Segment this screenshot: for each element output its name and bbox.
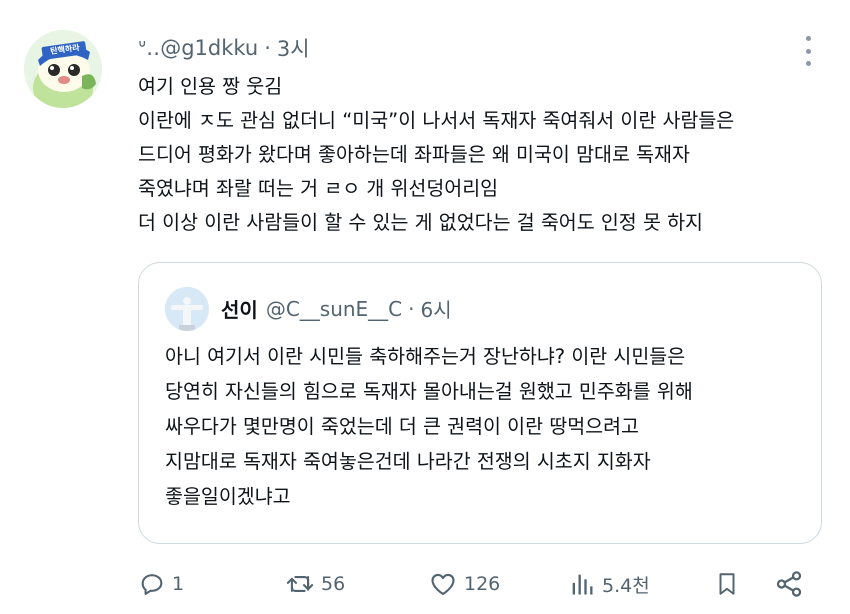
quoted-tweet-card[interactable]: 선이 @C__sunE__C · 6시 아니 여기서 이란 시민들 축하해주는거… [138, 262, 822, 544]
like-button[interactable]: 126 [428, 566, 500, 602]
quoted-text-line: 좋을일이겠냐고 [165, 485, 291, 508]
tweet-text-line: 이란에 ㅈ도 관심 없더니 “미국”이 나서서 독재자 죽여줘서 이란 사람들은 [138, 109, 735, 132]
tweet-text-line: 여기 인용 짱 웃김 [138, 75, 283, 98]
quoted-tweet-timestamp[interactable]: 6시 [421, 294, 452, 323]
quoted-author-name[interactable]: 선이 [221, 294, 258, 323]
quoted-tweet-header: 선이 @C__sunE__C · 6시 [221, 294, 452, 323]
tweet-text-line: 드디어 평화가 왔다며 좋아하는데 좌파들은 왜 미국이 맘대로 독재자 [138, 143, 690, 166]
tweet-text: 여기 인용 짱 웃김 이란에 ㅈ도 관심 없더니 “미국”이 나서서 독재자 죽… [138, 70, 828, 240]
view-count: 5.4천 [602, 574, 650, 597]
like-count: 126 [464, 573, 501, 595]
share-button[interactable] [774, 566, 804, 602]
retweet-icon [286, 576, 314, 592]
quoted-header-separator: · [408, 296, 415, 321]
quoted-text-line: 당연히 자신들의 힘으로 독재자 몰아내는걸 원했고 민주화를 위해 [165, 380, 693, 403]
tweet-timestamp[interactable]: 3시 [277, 33, 310, 63]
quoted-author-handle[interactable]: @C__sunE__C [266, 297, 402, 321]
heart-icon [431, 573, 455, 595]
views-button[interactable]: 5.4천 [568, 566, 650, 602]
tweet-text-line: 더 이상 이란 사람들이 할 수 있는 게 없었다는 걸 죽어도 인정 못 하지 [138, 211, 703, 234]
avatar-character-icon [24, 30, 102, 108]
retweet-button[interactable]: 56 [285, 566, 345, 602]
bookmark-button[interactable] [714, 566, 740, 602]
reply-button[interactable]: 1 [138, 566, 184, 602]
retweet-count: 56 [321, 573, 346, 595]
quoted-text-line: 아니 여기서 이란 시민들 축하해주는거 장난하냐? 이란 시민들은 [165, 345, 686, 368]
tweet-header: ᐡ‥@g1dkku · 3시 [138, 34, 310, 62]
statue-avatar-icon [165, 287, 209, 331]
views-chart-icon [572, 574, 593, 595]
quoted-text-line: 지맘대로 독재자 죽여놓은건데 나라간 전쟁의 시초지 지화자 [165, 450, 651, 473]
author-handle[interactable]: ᐡ‥@g1dkku [138, 36, 258, 60]
author-avatar[interactable]: 탄핵하라 [24, 30, 102, 108]
share-icon [776, 571, 802, 597]
tweet-action-bar: 1 56 126 5.4천 [138, 566, 838, 602]
reply-icon [141, 574, 163, 595]
bookmark-icon [719, 573, 735, 595]
quoted-author-avatar [165, 287, 209, 331]
quoted-text-line: 싸우다가 몇만명이 죽었는데 더 큰 권력이 이란 땅먹으려고 [165, 415, 639, 438]
more-options-icon[interactable] [802, 36, 814, 66]
tweet-text-line: 죽였냐며 좌랄 떠는 거 ㄹㅇ 개 위선덩어리임 [138, 177, 499, 200]
reply-count: 1 [172, 573, 185, 595]
header-separator: · [264, 36, 271, 60]
quoted-tweet-text: 아니 여기서 이란 시민들 축하해주는거 장난하냐? 이란 시민들은 당연히 자… [165, 339, 805, 514]
